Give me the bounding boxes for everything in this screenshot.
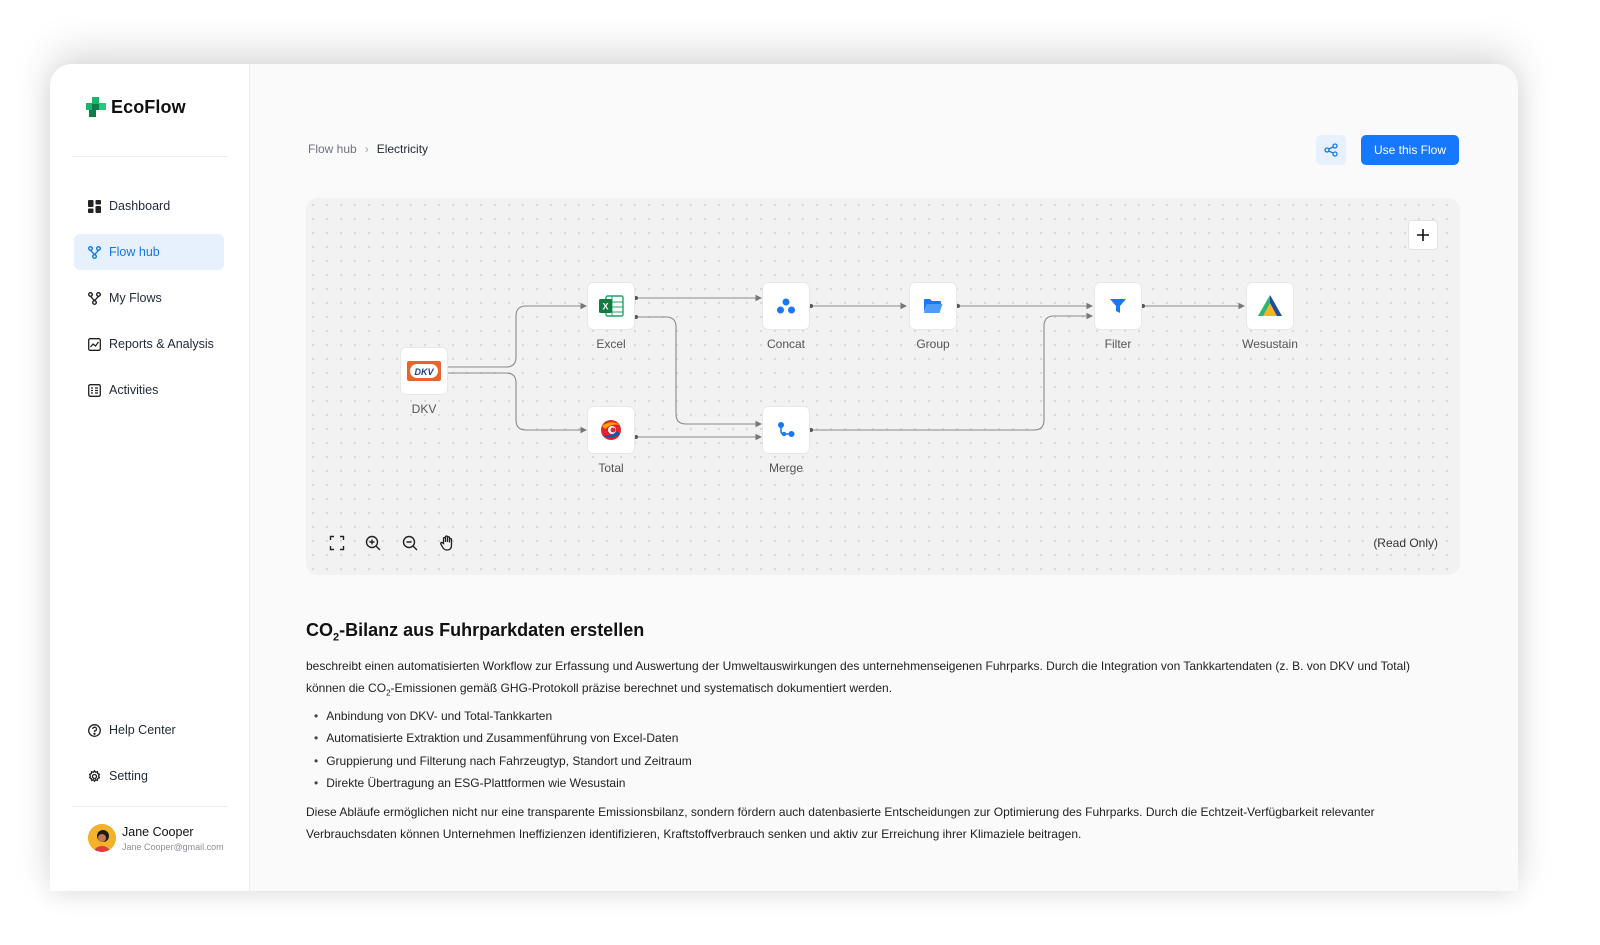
read-only-label: (Read Only) bbox=[1373, 536, 1438, 550]
sidebar-item-label: Setting bbox=[109, 769, 148, 783]
sidebar: EcoFlow Dashboard Flow hub My Flows Repo… bbox=[50, 64, 250, 891]
sidebar-item-reports[interactable]: Reports & Analysis bbox=[74, 326, 224, 362]
node-box[interactable] bbox=[909, 282, 957, 330]
svg-text:X: X bbox=[602, 302, 608, 312]
merge-icon bbox=[778, 422, 795, 437]
zoom-in-icon bbox=[365, 535, 381, 551]
breadcrumb-current: Electricity bbox=[376, 142, 429, 156]
sidebar-item-flow-hub[interactable]: Flow hub bbox=[74, 234, 224, 270]
fullscreen-button[interactable] bbox=[324, 530, 350, 556]
breadcrumb-flow-hub[interactable]: Flow hub bbox=[308, 142, 357, 156]
sidebar-item-label: Reports & Analysis bbox=[109, 337, 214, 351]
sidebar-item-my-flows[interactable]: My Flows bbox=[74, 280, 224, 316]
activities-icon bbox=[88, 383, 101, 397]
wesustain-logo-icon bbox=[1258, 295, 1282, 316]
node-label: Concat bbox=[766, 337, 806, 351]
ecoflow-logo-icon bbox=[86, 97, 106, 117]
node-label: Group bbox=[916, 337, 950, 351]
node-filter[interactable]: Filter bbox=[1058, 282, 1178, 351]
svg-text:DKV: DKV bbox=[414, 367, 434, 377]
list-item: Direkte Übertragung an ESG-Plattformen w… bbox=[314, 772, 692, 794]
node-box[interactable]: X bbox=[587, 282, 635, 330]
sidebar-item-setting[interactable]: Setting bbox=[74, 758, 224, 794]
node-wesustain[interactable]: Wesustain bbox=[1210, 282, 1330, 351]
hand-pan-icon bbox=[440, 535, 453, 551]
node-label: Filter bbox=[1104, 337, 1132, 351]
logo[interactable]: EcoFlow bbox=[86, 96, 186, 118]
breadcrumb: Flow hub › Electricity bbox=[308, 142, 428, 156]
flow-hub-icon bbox=[88, 245, 101, 259]
node-merge[interactable]: Merge bbox=[726, 406, 846, 475]
avatar bbox=[88, 824, 116, 852]
sidebar-item-activities[interactable]: Activities bbox=[74, 372, 224, 408]
node-label: DKV bbox=[411, 402, 437, 416]
list-item: Automatisierte Extraktion und Zusammenfü… bbox=[314, 727, 692, 749]
pan-button[interactable] bbox=[434, 530, 460, 556]
sidebar-item-label: Flow hub bbox=[109, 245, 160, 259]
node-box[interactable] bbox=[762, 282, 810, 330]
node-label: Merge bbox=[768, 461, 803, 475]
description-intro: beschreibt einen automatisierten Workflo… bbox=[306, 659, 1410, 698]
app-name: EcoFlow bbox=[111, 96, 186, 117]
node-dkv[interactable]: DKV DKV bbox=[364, 347, 484, 416]
chevron-right-icon: › bbox=[364, 142, 369, 156]
total-logo-icon bbox=[601, 420, 621, 440]
node-label: Wesustain bbox=[1242, 337, 1298, 351]
user-email: Jane Cooper@gmail.com bbox=[122, 841, 224, 852]
concat-icon bbox=[777, 298, 795, 314]
share-icon bbox=[1324, 143, 1338, 157]
fullscreen-icon bbox=[329, 535, 345, 551]
divider bbox=[72, 156, 228, 157]
node-label: Total bbox=[598, 461, 624, 475]
node-label: Excel bbox=[596, 337, 626, 351]
sidebar-item-label: My Flows bbox=[109, 291, 162, 305]
zoom-in-button[interactable] bbox=[360, 530, 386, 556]
zoom-out-icon bbox=[402, 535, 418, 551]
reports-icon bbox=[88, 337, 101, 351]
node-group[interactable]: Group bbox=[873, 282, 993, 351]
sidebar-item-label: Dashboard bbox=[109, 199, 171, 213]
node-box[interactable] bbox=[587, 406, 635, 454]
list-item: Gruppierung und Filterung nach Fahrzeugt… bbox=[314, 750, 692, 772]
dkv-logo-icon: DKV bbox=[407, 361, 441, 381]
use-this-flow-button[interactable]: Use this Flow bbox=[1361, 135, 1459, 165]
user-profile[interactable]: Jane Cooper Jane Cooper@gmail.com bbox=[88, 824, 224, 852]
flow-canvas[interactable]: DKV DKV X Excel Total Concat Merge Group… bbox=[306, 198, 1460, 575]
filter-icon bbox=[1110, 299, 1126, 313]
gear-icon bbox=[88, 769, 101, 782]
list-item: Anbindung von DKV- und Total-Tankkarten bbox=[314, 705, 692, 727]
share-button[interactable] bbox=[1316, 135, 1346, 165]
user-name: Jane Cooper bbox=[122, 824, 194, 839]
feature-list: Anbindung von DKV- und Total-Tankkarten … bbox=[314, 705, 692, 794]
folder-icon bbox=[924, 299, 943, 313]
sidebar-item-label: Help Center bbox=[109, 723, 176, 737]
node-total[interactable]: Total bbox=[551, 406, 671, 475]
my-flows-icon bbox=[88, 291, 101, 305]
divider bbox=[72, 806, 228, 807]
node-box[interactable] bbox=[1094, 282, 1142, 330]
sidebar-item-dashboard[interactable]: Dashboard bbox=[74, 188, 224, 224]
sidebar-item-help-center[interactable]: Help Center bbox=[74, 712, 224, 748]
node-excel[interactable]: X Excel bbox=[551, 282, 671, 351]
dashboard-icon bbox=[88, 199, 101, 213]
description-outro: Diese Abläufe ermöglichen nicht nur eine… bbox=[306, 805, 1375, 841]
node-box[interactable] bbox=[762, 406, 810, 454]
excel-icon: X bbox=[599, 295, 624, 317]
flow-title: CO2-Bilanz aus Fuhrparkdaten erstellen bbox=[306, 620, 645, 644]
help-icon bbox=[88, 723, 101, 737]
app-window: EcoFlow Dashboard Flow hub My Flows Repo… bbox=[50, 64, 1518, 891]
node-concat[interactable]: Concat bbox=[726, 282, 846, 351]
sidebar-item-label: Activities bbox=[109, 383, 159, 397]
node-box[interactable] bbox=[1246, 282, 1294, 330]
zoom-out-button[interactable] bbox=[397, 530, 423, 556]
node-box[interactable]: DKV bbox=[400, 347, 448, 395]
